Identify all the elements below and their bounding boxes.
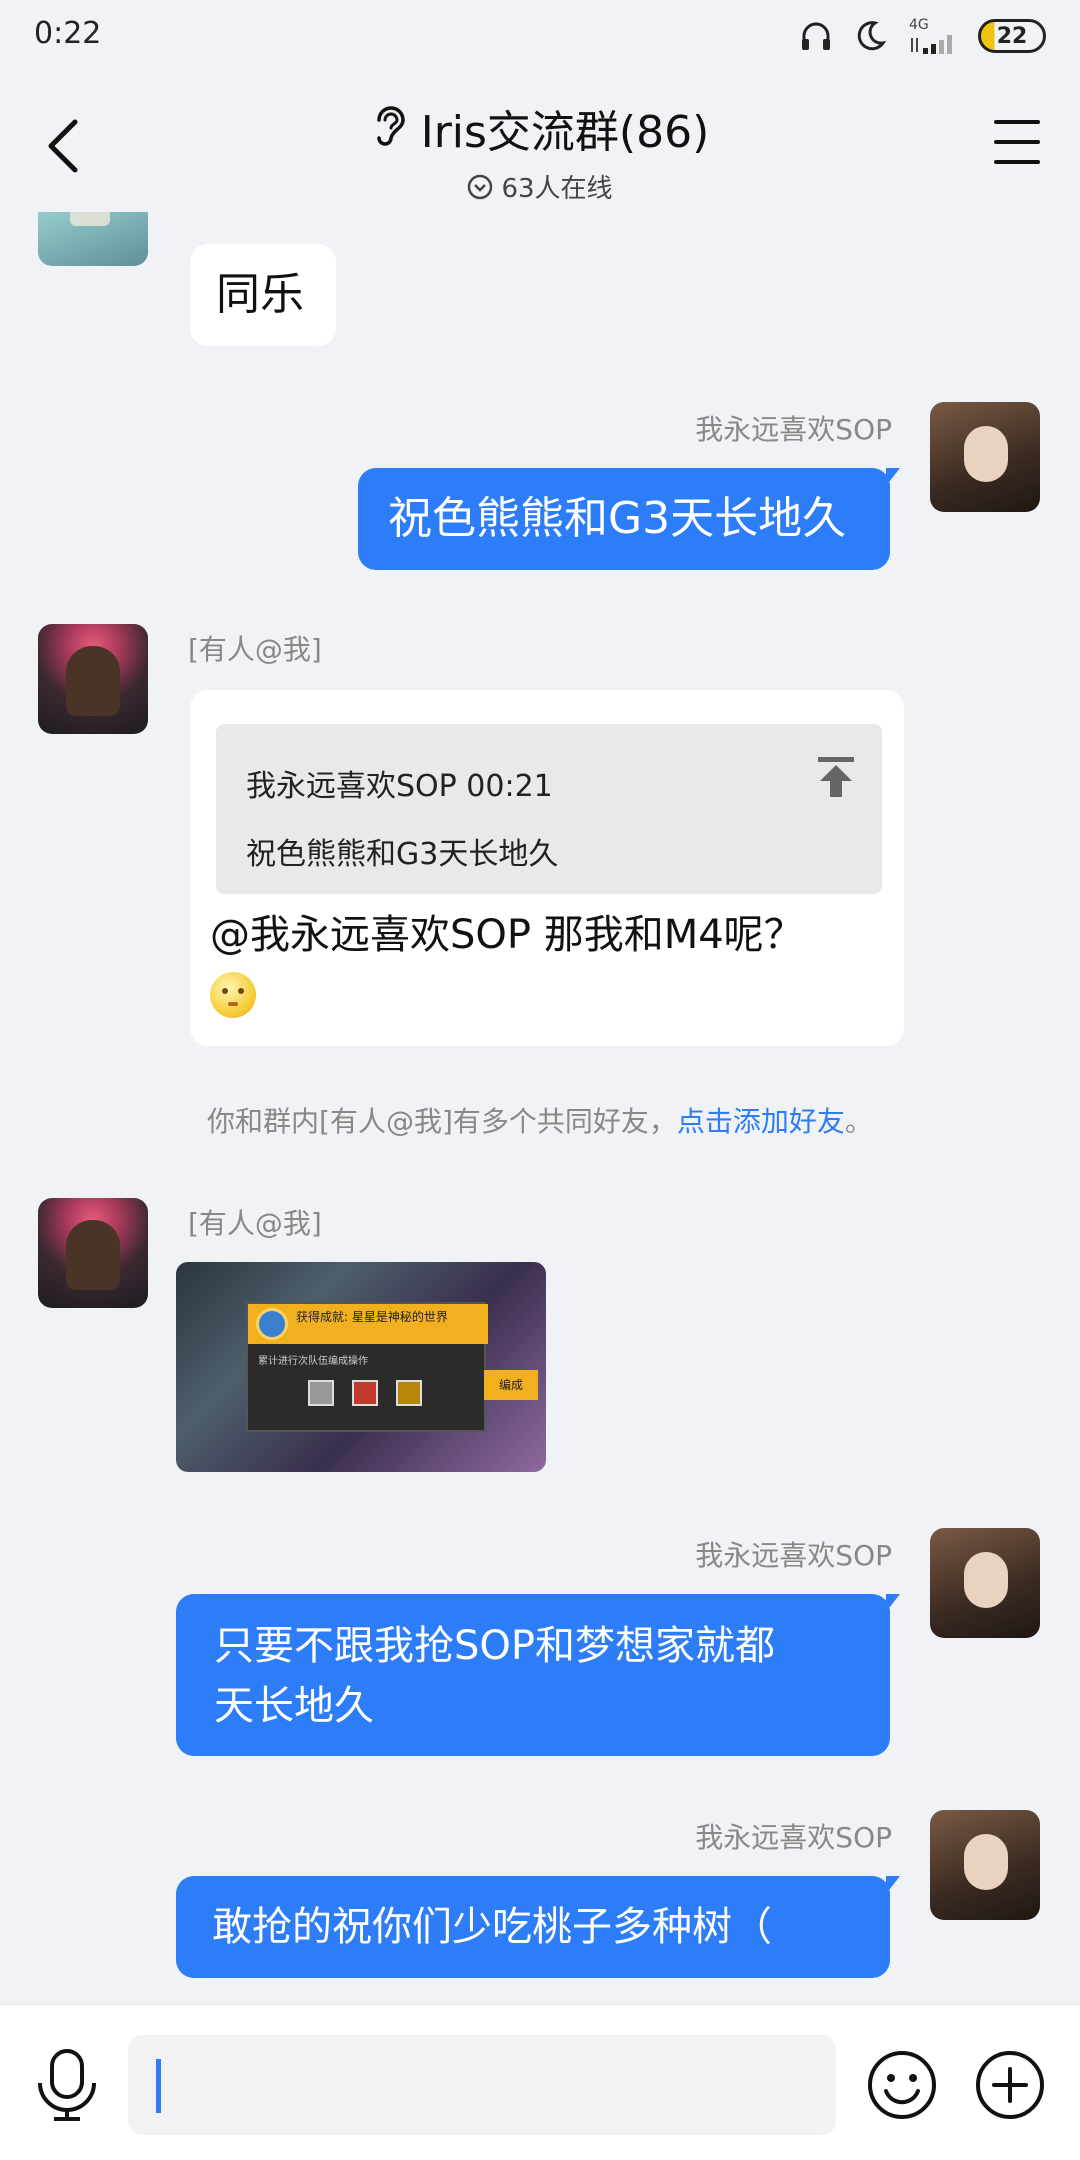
message-bubble[interactable]: 同乐 <box>190 244 336 346</box>
emoji-button[interactable] <box>866 2049 938 2121</box>
sender-name: 我永远喜欢SOP <box>695 413 892 446</box>
achievement-badge-icon <box>256 1308 288 1340</box>
moon-icon <box>850 16 890 56</box>
screenshot-panel: 获得成就: 星星是神秘的世界 累计进行次队伍编成操作 <box>246 1302 488 1432</box>
image-message[interactable]: 获得成就: 星星是神秘的世界 累计进行次队伍编成操作 编成 <box>176 1262 546 1472</box>
add-friend-link[interactable]: 点击添加好友 <box>677 1105 845 1138</box>
message-bubble[interactable]: 我永远喜欢SOP 00:21 祝色熊熊和G3天长地久 @我永远喜欢SOP 那我和… <box>190 690 904 1046</box>
jump-to-top-icon[interactable] <box>816 754 856 798</box>
reward-item-icon <box>396 1380 422 1406</box>
quote-text: 祝色熊熊和G3天长地久 <box>246 837 559 872</box>
more-button[interactable] <box>974 2049 1046 2121</box>
avatar[interactable] <box>930 1810 1040 1920</box>
sender-name: 我永远喜欢SOP <box>695 1539 892 1572</box>
hamburger-menu-icon <box>994 120 1040 124</box>
message-text: 只要不跟我抢SOP和梦想家就都 <box>214 1623 775 1669</box>
quoted-message[interactable]: 我永远喜欢SOP 00:21 祝色熊熊和G3天长地久 <box>216 724 882 894</box>
ear-icon <box>371 104 407 152</box>
message-text: 天长地久 <box>214 1683 374 1729</box>
message-text: @我永远喜欢SOP 那我和M4呢？ <box>210 912 804 958</box>
online-count[interactable]: 63人在线 <box>0 168 1080 205</box>
signal-icon: 4G <box>904 16 964 56</box>
input-bar <box>0 2004 1080 2160</box>
group-title: Iris交流群(86) <box>420 107 710 158</box>
screenshot-button: 编成 <box>484 1370 538 1400</box>
voice-button[interactable] <box>34 2047 100 2123</box>
text-cursor <box>156 2059 161 2113</box>
menu-button[interactable] <box>994 120 1040 164</box>
message-text: 同乐 <box>216 269 304 320</box>
message-list[interactable]: 同乐 我永远喜欢SOP 祝色熊熊和G3天长地久 [有人@我] 我永远喜欢SOP … <box>0 212 1080 2004</box>
message-text: 敢抢的祝你们少吃桃子多种树（ <box>212 1904 772 1950</box>
status-bar: 0:22 4G 22 <box>0 0 1080 72</box>
avatar[interactable] <box>930 402 1040 512</box>
system-tip-text: 你和群内[有人@我]有多个共同好友， <box>207 1105 677 1138</box>
headphones-icon <box>796 16 836 56</box>
reward-item-icon <box>352 1380 378 1406</box>
avatar[interactable] <box>930 1528 1040 1638</box>
confused-emoji-icon <box>210 972 256 1018</box>
system-tip: 你和群内[有人@我]有多个共同好友，点击添加好友。 <box>0 1100 1080 1140</box>
status-time: 0:22 <box>34 16 102 51</box>
avatar[interactable] <box>38 212 148 266</box>
chevron-down-circle-icon <box>468 174 493 199</box>
chat-title-area[interactable]: Iris交流群(86) 63人在线 <box>0 96 1080 205</box>
message-bubble[interactable]: 只要不跟我抢SOP和梦想家就都 天长地久 <box>176 1594 900 1756</box>
status-icons: 4G 22 <box>796 16 1046 56</box>
avatar[interactable] <box>38 624 148 734</box>
microphone-icon <box>38 2049 96 2121</box>
avatar[interactable] <box>38 1198 148 1308</box>
message-text: 祝色熊熊和G3天长地久 <box>388 493 847 544</box>
network-type: 4G <box>909 17 929 33</box>
plus-circle-icon <box>976 2051 1044 2119</box>
online-count-label: 63人在线 <box>501 174 613 204</box>
quote-meta: 我永远喜欢SOP 00:21 <box>246 769 553 804</box>
smiley-icon <box>868 2051 936 2119</box>
system-tip-end: 。 <box>844 1105 873 1138</box>
message-text-wrap: @我永远喜欢SOP 那我和M4呢？ <box>210 906 890 1022</box>
chat-header: Iris交流群(86) 63人在线 <box>0 72 1080 212</box>
sender-name: [有人@我] <box>188 1207 322 1240</box>
message-bubble[interactable]: 敢抢的祝你们少吃桃子多种树（ <box>176 1876 900 1978</box>
message-bubble[interactable]: 祝色熊熊和G3天长地久 <box>358 468 900 570</box>
screenshot-subtext: 累计进行次队伍编成操作 <box>258 1356 368 1367</box>
reward-item-icon <box>308 1380 334 1406</box>
sender-name: 我永远喜欢SOP <box>695 1821 892 1854</box>
battery-indicator: 22 <box>978 19 1046 53</box>
message-input[interactable] <box>128 2035 836 2135</box>
sender-name: [有人@我] <box>188 633 322 666</box>
